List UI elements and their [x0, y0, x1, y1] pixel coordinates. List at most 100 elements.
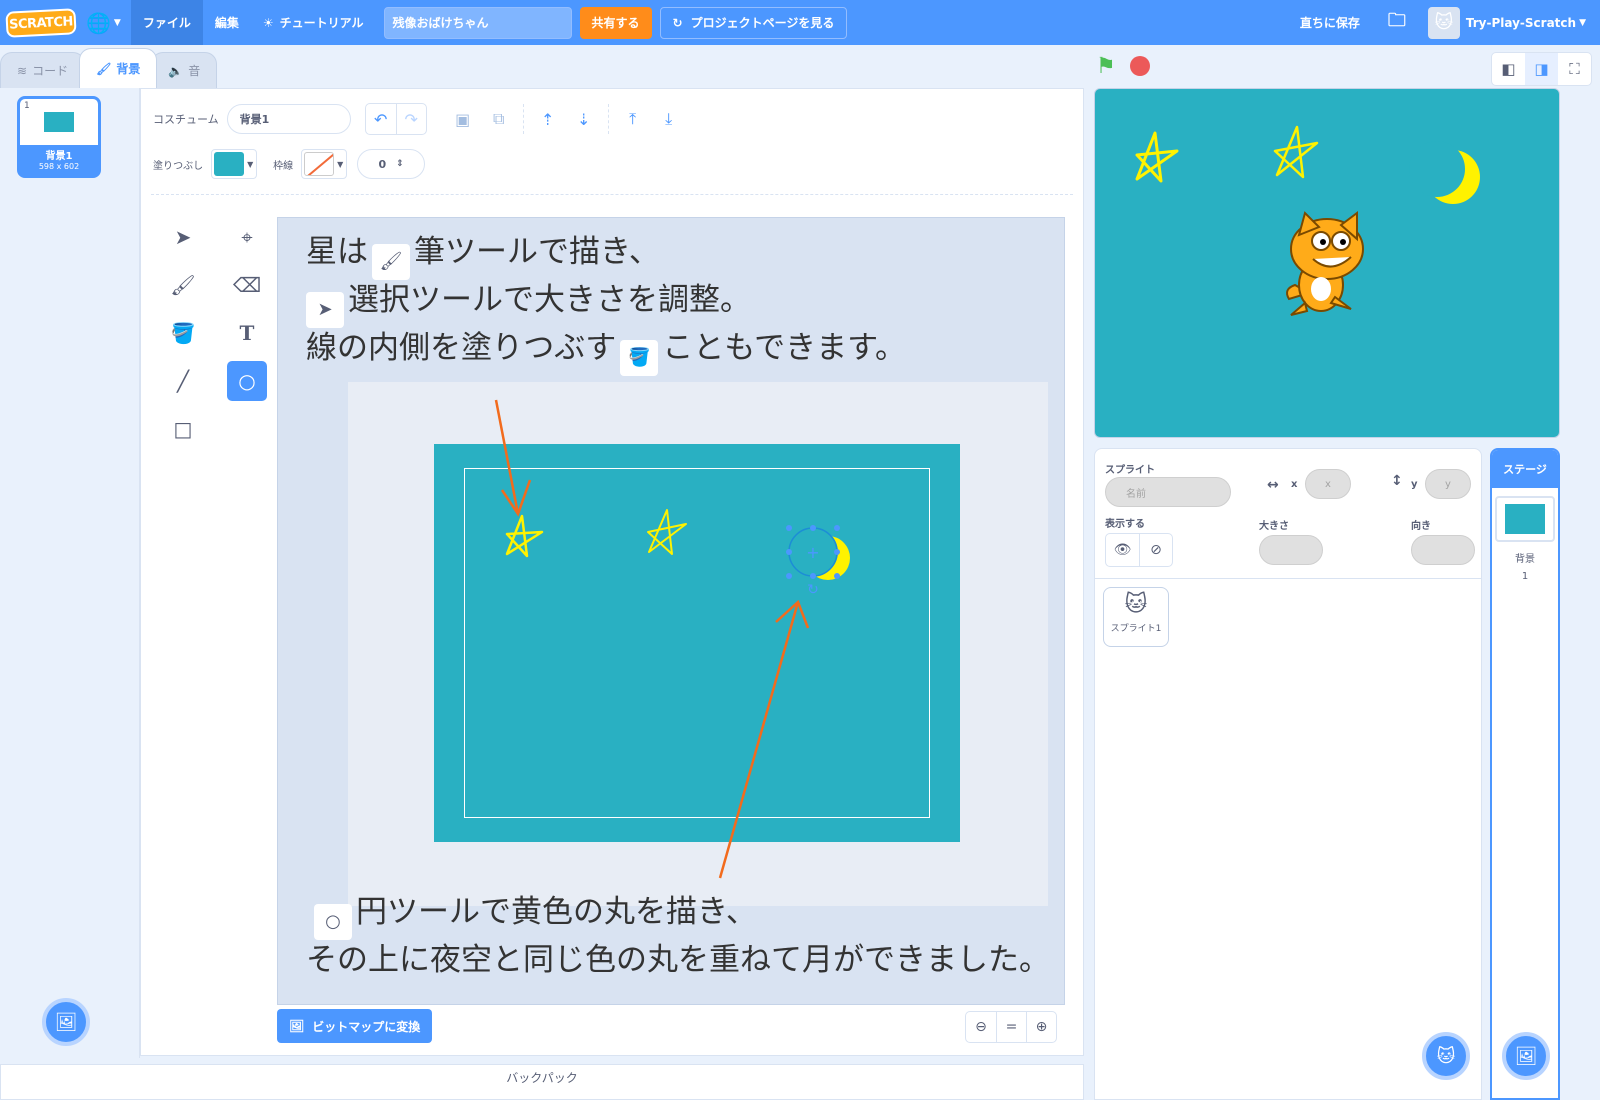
caret-down-icon: ▼ [1579, 17, 1586, 28]
backdrop-tile[interactable]: 1 背景1 598 x 602 [17, 96, 101, 178]
cat-thumbnail-icon: 🐱 [1124, 592, 1148, 617]
tab-backdrops-label: 背景 [116, 62, 141, 76]
move-handle-icon: + [806, 543, 819, 562]
eraser-tool-icon[interactable]: ⌫ [227, 265, 267, 305]
redo-icon[interactable]: ↷ [395, 104, 426, 134]
zoom-reset-icon[interactable]: = [996, 1012, 1026, 1042]
costume-label: コスチューム [153, 113, 219, 126]
paint-toolbar-top: コスチューム 背景1 ↶ ↷ ▣ ⧉ ⇡ ⇣ ⤒ ⤓ [153, 103, 687, 135]
show-label: 表示する [1105, 519, 1145, 530]
outline-color-picker[interactable]: ▼ [301, 149, 348, 179]
size-input[interactable] [1259, 535, 1323, 565]
direction-label: 向き [1411, 521, 1431, 532]
front-icon[interactable]: ⤒ [615, 104, 651, 134]
image-plus-icon: 🖼 [54, 1011, 78, 1033]
backdrops-label: 背景 [1515, 554, 1535, 565]
choose-sprite-button[interactable]: 🐱 [1422, 1032, 1470, 1080]
star-shape-1 [505, 514, 544, 558]
project-page-icon: ↻ [672, 15, 683, 30]
file-menu[interactable]: ファイル [130, 0, 203, 45]
tab-code[interactable]: ≋ コード [0, 52, 86, 88]
select-tool-icon[interactable]: ➤ [163, 217, 203, 257]
fill-tool-icon[interactable]: 🪣 [163, 313, 203, 353]
backdrop-count: 1 [1521, 571, 1529, 582]
hint-line-1a: 星は [306, 234, 368, 270]
menu-bar: SCRATCH 🌐 ▼ ファイル 編集 ☀ チュートリアル 残像おばけちゃん 共有す… [0, 0, 1600, 45]
fill-color-picker[interactable]: ▼ [211, 149, 258, 179]
choose-backdrop-button-stage[interactable]: 🖼 [1502, 1032, 1550, 1080]
save-now-button[interactable]: 直ちに保存 [1284, 0, 1376, 45]
direction-input[interactable] [1411, 535, 1475, 565]
share-button[interactable]: 共有する [579, 6, 652, 39]
size-label: 大きさ [1259, 521, 1289, 532]
zoom-in-icon[interactable]: ⊕ [1026, 1012, 1056, 1042]
my-stuff-folder-icon[interactable]: 🗀 [1376, 8, 1418, 38]
caret-down-icon: ▼ [337, 159, 344, 169]
caret-down-icon: ▼ [247, 159, 254, 169]
stage-moon-cover [1409, 141, 1465, 197]
fullscreen-icon[interactable]: ⛶ [1558, 53, 1591, 85]
backward-icon[interactable]: ⇣ [566, 104, 602, 134]
hint-line-2-text: 選択ツールで大きさを調整。 [348, 282, 751, 318]
paint-canvas[interactable]: 星は 🖌 筆ツールで描き、 ➤ 選択ツールで大きさを調整。 線の内側を塗りつぶす 🪣 こと… [277, 217, 1065, 1005]
stroke-width-value: 0 [378, 157, 387, 171]
x-arrows-icon: ↔ [1267, 477, 1279, 493]
backdrop-index: 1 [24, 101, 30, 111]
lightbulb-icon: ☀ [262, 15, 274, 30]
stage-header: ⚑ ◧ ◨ ⛶ [1092, 48, 1600, 88]
group-icon[interactable]: ▣ [445, 104, 481, 134]
brush-tool-icon[interactable]: 🖌 [163, 265, 203, 305]
green-flag-icon[interactable]: ⚑ [1096, 54, 1116, 79]
stage-size-toggle: ◧ ◨ ⛶ [1491, 52, 1592, 86]
rotate-handle-icon: ↻ [807, 582, 819, 598]
tutorials-menu[interactable]: ☀ チュートリアル [251, 0, 376, 45]
tab-sounds[interactable]: 🔈 音 [151, 52, 218, 88]
image-icon: 🖼 [289, 1019, 305, 1033]
reshape-tool-icon[interactable]: ⌖ [227, 217, 267, 257]
backpack[interactable]: バックパック [0, 1064, 1084, 1100]
sprite-pane: スプライト 名前 ↔ x x ↕ y y 表示する 👁 ⊘ 大きさ 向き 🐱 ス… [1094, 448, 1482, 1100]
y-input[interactable]: y [1425, 469, 1471, 499]
star-shape-2 [647, 509, 687, 555]
stroke-width-input[interactable]: 0 ⇕ [357, 149, 426, 179]
avatar: 🐱 [1427, 6, 1460, 39]
forward-icon[interactable]: ⇡ [530, 104, 566, 134]
costume-name-input[interactable]: 背景1 [226, 104, 351, 134]
hint-line-1: 星は 🖌 筆ツールで描き、 [306, 234, 660, 280]
large-stage-icon[interactable]: ◨ [1525, 53, 1558, 85]
tutorials-label: チュートリアル [279, 16, 364, 30]
text-tool-icon[interactable]: T [227, 313, 267, 353]
hint-line-5: その上に夜空と同じ色の丸を重ねて月ができました。 [306, 942, 1050, 978]
language-menu[interactable]: 🌐 ▼ [76, 0, 131, 45]
hide-eye-icon[interactable]: ⊘ [1139, 534, 1172, 566]
undo-icon[interactable]: ↶ [366, 104, 396, 134]
line-tool-icon[interactable]: ╱ [163, 361, 203, 401]
rectangle-tool-icon[interactable]: □ [163, 409, 203, 449]
back-icon[interactable]: ⤓ [651, 104, 687, 134]
show-eye-icon[interactable]: 👁 [1106, 534, 1139, 566]
choose-backdrop-button[interactable]: 🖼 [42, 998, 90, 1046]
editor-tabs: ≋ コード 🖌 背景 🔈 音 [0, 48, 218, 88]
x-input[interactable]: x [1305, 469, 1351, 499]
no-outline-swatch [304, 152, 335, 176]
small-stage-icon[interactable]: ◧ [1492, 53, 1525, 85]
circle-tool-icon[interactable]: ○ [227, 361, 267, 401]
account-menu[interactable]: 🐱 Try-Play-Scratch ▼ [1418, 0, 1600, 45]
tab-backdrops[interactable]: 🖌 背景 [79, 48, 158, 88]
convert-to-bitmap-button[interactable]: 🖼 ビットマップに変換 [277, 1009, 433, 1043]
project-title-input[interactable]: 残像おばけちゃん [383, 6, 572, 39]
sprite-tile[interactable]: 🐱 スプライト1 [1103, 587, 1169, 647]
sprite-name-input[interactable]: 名前 [1105, 477, 1231, 507]
brush-icon: 🖌 [96, 61, 112, 76]
stage-canvas[interactable] [1094, 88, 1560, 438]
ungroup-icon[interactable]: ⧉ [481, 104, 517, 134]
edit-menu[interactable]: 編集 [203, 0, 251, 45]
scratch-logo[interactable]: SCRATCH [5, 7, 77, 38]
outline-label: 枠線 [273, 160, 294, 172]
see-project-page-label: プロジェクトページを見る [690, 16, 835, 30]
username: Try-Play-Scratch [1465, 15, 1577, 30]
stop-icon[interactable] [1130, 56, 1150, 76]
see-project-page-button[interactable]: ↻ プロジェクトページを見る [659, 6, 848, 39]
zoom-out-icon[interactable]: ⊖ [966, 1012, 996, 1042]
stage-selector[interactable]: ステージ 背景 1 [1490, 448, 1560, 1100]
